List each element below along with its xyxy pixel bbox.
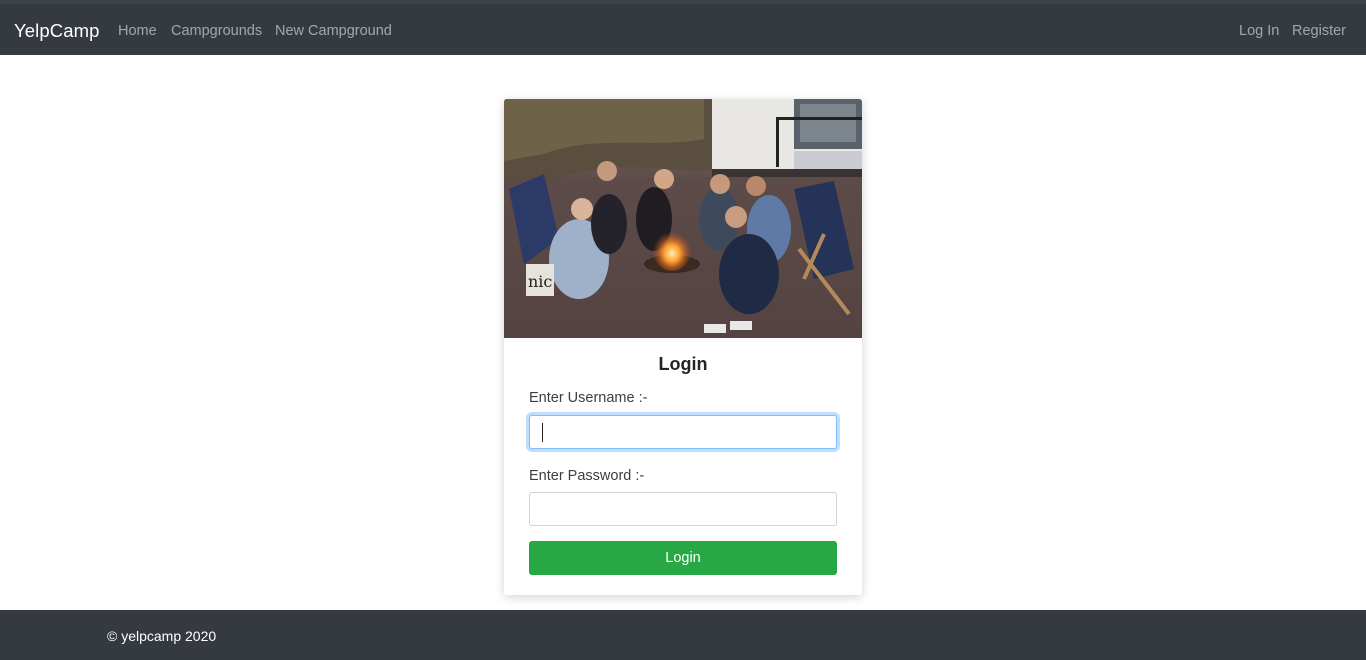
nav-link-campgrounds[interactable]: Campgrounds <box>171 23 262 39</box>
svg-text:nic: nic <box>528 272 552 291</box>
nav-link-register[interactable]: Register <box>1292 23 1346 39</box>
login-title: Login <box>658 354 708 374</box>
nav-link-new-campground[interactable]: New Campground <box>275 23 392 39</box>
top-navbar: YelpCamp Home Campgrounds New Campground… <box>0 0 1366 55</box>
login-submit-button[interactable]: Login <box>529 541 837 575</box>
password-input[interactable] <box>529 492 837 526</box>
campfire-photo: nic <box>504 99 862 338</box>
copyright-text: © yelpcamp 2020 <box>107 628 217 644</box>
text-caret <box>542 423 543 442</box>
username-input[interactable] <box>529 415 837 449</box>
nav-link-login[interactable]: Log In <box>1239 23 1279 39</box>
brand-logo-link[interactable]: YelpCamp <box>14 20 99 42</box>
login-card: nic Login Enter Username :- Enter Passwo… <box>504 99 862 595</box>
page-footer: © yelpcamp 2020 <box>0 610 1366 660</box>
password-label: Enter Password :- <box>529 468 645 484</box>
nav-link-home[interactable]: Home <box>118 23 157 39</box>
username-label: Enter Username :- <box>529 390 648 406</box>
